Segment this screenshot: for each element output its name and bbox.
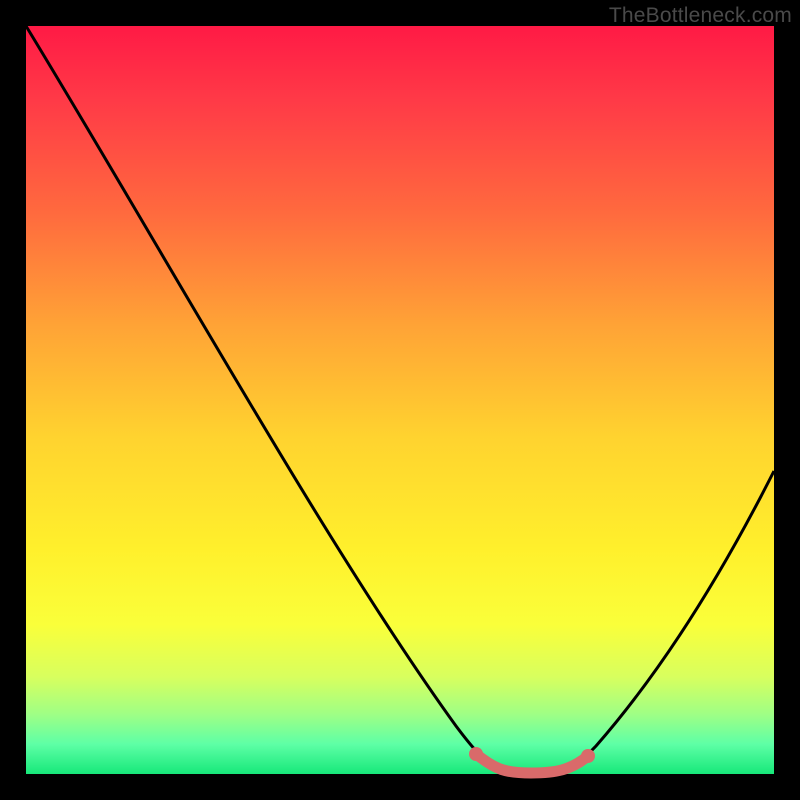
- bottleneck-curve: [26, 26, 774, 773]
- watermark-text: TheBottleneck.com: [609, 4, 792, 28]
- optimal-range-highlight: [476, 754, 588, 773]
- chart-frame: [26, 26, 774, 774]
- chart-plot-area: [26, 26, 774, 774]
- optimal-range-dot-left: [469, 747, 483, 761]
- optimal-range-dot-right: [581, 749, 595, 763]
